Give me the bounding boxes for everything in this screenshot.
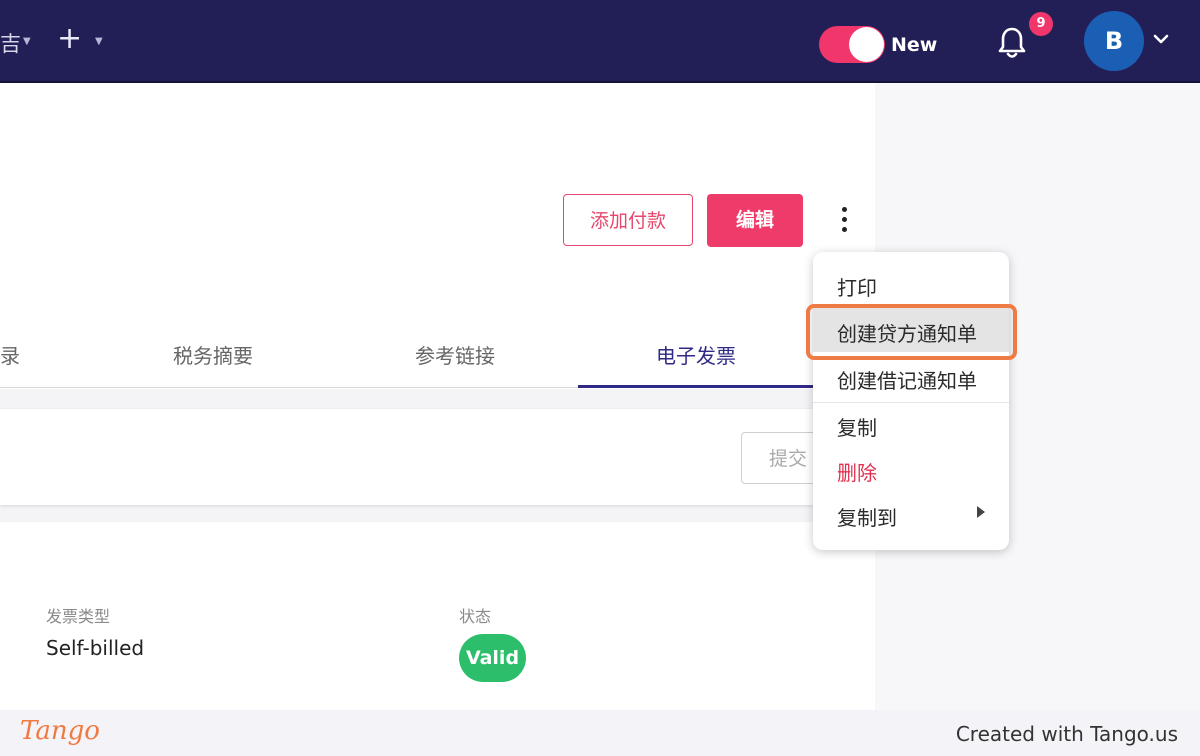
chevron-down-icon[interactable] <box>1152 30 1170 48</box>
active-tab-indicator <box>578 385 820 388</box>
menu-item-label: 打印 <box>837 276 877 300</box>
chevron-down-icon[interactable]: ▼ <box>95 36 103 47</box>
e-invoice-action-card <box>0 409 820 505</box>
plus-icon[interactable]: + <box>57 24 82 54</box>
tab-reference-links[interactable]: 参考链接 <box>415 340 495 369</box>
chevron-down-icon[interactable]: ▼ <box>23 36 31 47</box>
more-options-menu: 打印 创建贷方通知单 创建借记通知单 复制 删除 复制到 <box>813 252 1009 550</box>
tango-logo: Tango <box>20 716 100 746</box>
menu-item-label: 删除 <box>837 461 877 485</box>
tab-e-invoice[interactable]: 电子发票 <box>656 340 736 369</box>
more-options-icon[interactable] <box>836 207 852 237</box>
tango-footer: Tango Created with Tango.us <box>0 710 1200 756</box>
top-navigation-bar: 吉 ▼ + ▼ New 9 B <box>0 0 1200 83</box>
menu-item-delete[interactable]: 删除 <box>813 447 1009 491</box>
tab-bar: 录 税务摘要 参考链接 电子发票 <box>0 320 820 388</box>
menu-item-label: 创建借记通知单 <box>837 369 977 393</box>
status-badge: Valid <box>459 634 526 682</box>
menu-item-print[interactable]: 打印 <box>813 262 1009 306</box>
invoice-type-value: Self-billed <box>46 636 145 660</box>
notification-bell-icon[interactable] <box>996 25 1028 61</box>
add-payment-button[interactable]: 添加付款 <box>563 194 693 246</box>
user-avatar[interactable]: B <box>1084 11 1144 71</box>
menu-item-label: 复制 <box>837 416 877 440</box>
invoice-type-label: 发票类型 <box>46 607 111 626</box>
status-label: 状态 <box>459 607 492 626</box>
menu-item-copy-to[interactable]: 复制到 <box>813 492 1009 536</box>
toggle-label: New <box>891 34 938 56</box>
new-ui-toggle[interactable] <box>819 26 885 63</box>
tutorial-highlight-box <box>806 304 1017 360</box>
notification-count-badge: 9 <box>1029 12 1053 36</box>
tab-records[interactable]: 录 <box>0 340 20 369</box>
nav-partial-label[interactable]: 吉 <box>0 28 21 58</box>
chevron-right-icon <box>977 506 985 518</box>
menu-item-copy[interactable]: 复制 <box>813 402 1009 446</box>
tab-tax-summary[interactable]: 税务摘要 <box>173 340 253 369</box>
menu-item-create-debit-note[interactable]: 创建借记通知单 <box>813 355 1009 399</box>
edit-button[interactable]: 编辑 <box>707 194 803 247</box>
toggle-knob <box>849 27 884 62</box>
footer-credit: Created with Tango.us <box>955 722 1178 746</box>
menu-item-label: 复制到 <box>837 506 897 530</box>
